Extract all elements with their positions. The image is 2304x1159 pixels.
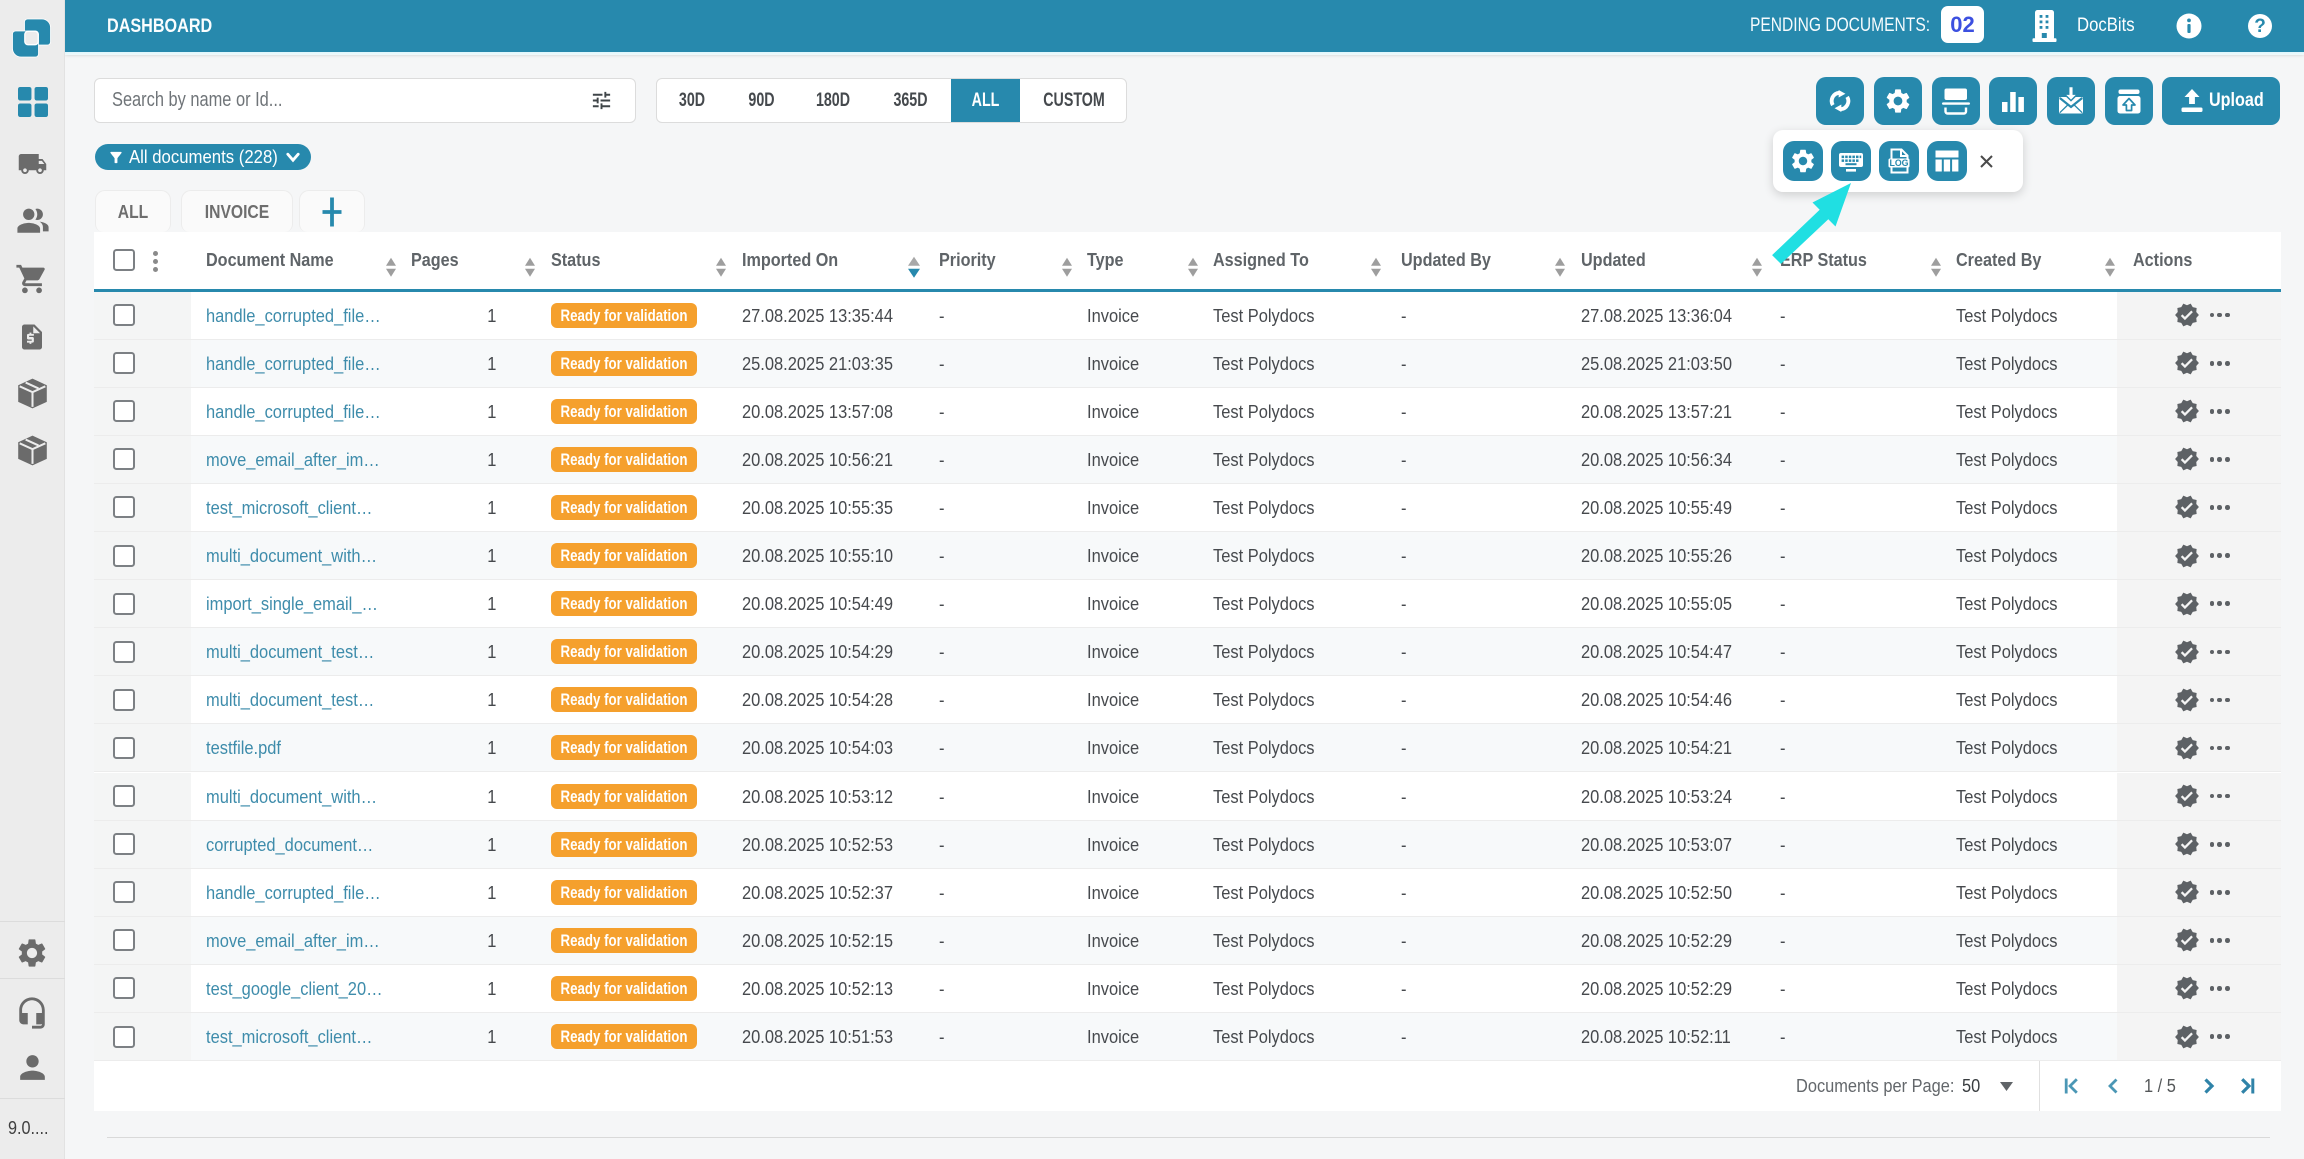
svg-text:LOG: LOG xyxy=(1889,158,1908,168)
svg-text:?: ? xyxy=(2254,16,2266,37)
